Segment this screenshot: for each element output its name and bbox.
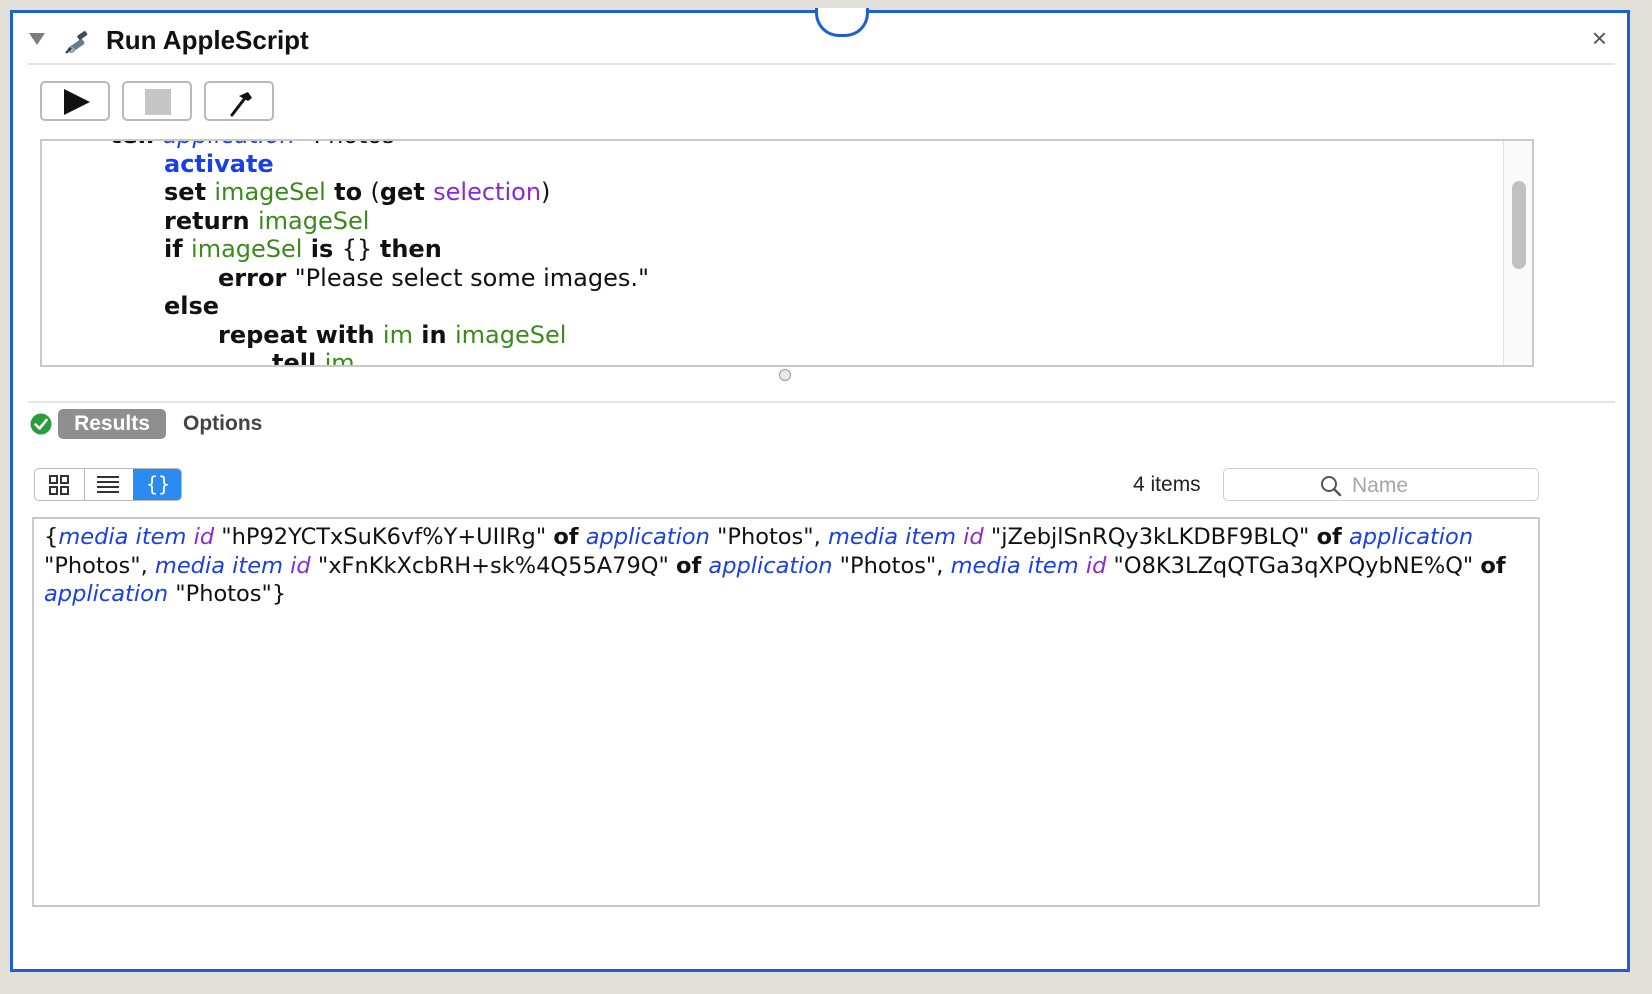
script-token: imageSel bbox=[257, 206, 370, 235]
tab-options[interactable]: Options bbox=[183, 409, 262, 439]
script-token: tell bbox=[272, 349, 325, 367]
script-token: "Photos" bbox=[295, 141, 406, 149]
result-token: of bbox=[1480, 552, 1506, 579]
result-token: "hP92YCTxSuK6vf%Y+UIIRg" bbox=[214, 524, 554, 550]
result-token bbox=[579, 524, 586, 550]
result-token: application bbox=[1348, 524, 1474, 550]
result-token: id bbox=[1085, 552, 1107, 579]
search-field[interactable] bbox=[1223, 468, 1539, 501]
result-token: media item bbox=[827, 524, 957, 550]
script-token: "Please select some images." bbox=[294, 263, 650, 292]
script-line: tell application "Photos" bbox=[42, 141, 1482, 150]
stop-button[interactable] bbox=[122, 81, 192, 121]
script-line: error "Please select some images." bbox=[42, 264, 1482, 293]
close-icon[interactable]: × bbox=[1592, 25, 1607, 51]
result-token: "Photos"} bbox=[168, 581, 287, 607]
result-token: "Photos", bbox=[709, 524, 828, 550]
script-token: get bbox=[379, 178, 434, 206]
script-token: imageSel bbox=[191, 235, 303, 263]
script-token: im bbox=[324, 349, 355, 367]
result-token: of bbox=[676, 552, 702, 579]
result-token bbox=[186, 524, 193, 550]
script-token: set bbox=[164, 178, 215, 206]
script-token: error bbox=[218, 263, 295, 292]
script-scrollbar[interactable] bbox=[1503, 141, 1532, 365]
checkmark-circle-icon bbox=[30, 413, 52, 435]
icon-view-button[interactable] bbox=[35, 469, 85, 500]
play-icon bbox=[64, 89, 90, 115]
script-token: tell bbox=[110, 141, 163, 149]
script-line: return imageSel bbox=[42, 207, 1482, 236]
search-input[interactable] bbox=[1350, 472, 1524, 500]
result-token bbox=[1079, 553, 1086, 579]
result-token bbox=[1342, 524, 1349, 550]
script-token: is bbox=[302, 235, 342, 263]
script-token: then bbox=[379, 235, 442, 263]
result-token: "jZebjlSnRQy3kLKDBF9BLQ" bbox=[983, 524, 1317, 550]
script-editor[interactable]: tell application "Photos"activateset ima… bbox=[40, 139, 1534, 367]
stop-icon bbox=[145, 89, 171, 115]
script-token: in bbox=[412, 320, 455, 349]
run-button[interactable] bbox=[40, 81, 110, 121]
result-token: of bbox=[1316, 524, 1342, 550]
grid-icon bbox=[49, 475, 69, 495]
result-token: application bbox=[585, 524, 710, 550]
action-header: Run AppleScript × bbox=[13, 13, 1627, 65]
result-token: "O8K3LZqQTGa3qXPQybNE%Q" bbox=[1106, 552, 1481, 579]
result-token: media item bbox=[154, 552, 283, 579]
editor-resize-handle[interactable] bbox=[779, 369, 791, 381]
tab-results[interactable]: Results bbox=[58, 409, 166, 439]
script-token: selection bbox=[433, 178, 542, 206]
script-token: {} bbox=[341, 235, 380, 263]
script-line: activate bbox=[42, 150, 1482, 179]
result-token: { bbox=[44, 524, 59, 550]
script-token: application bbox=[163, 141, 295, 149]
run-applescript-action-panel: Run AppleScript × tell application "Phot… bbox=[10, 8, 1630, 972]
script-token: repeat with bbox=[218, 320, 383, 349]
source-view-button[interactable]: {} bbox=[133, 469, 181, 500]
result-token: id bbox=[193, 524, 215, 550]
script-line: repeat with im in imageSel bbox=[42, 321, 1482, 350]
hammer-icon bbox=[230, 92, 252, 117]
script-code[interactable]: tell application "Photos"activateset ima… bbox=[42, 141, 1482, 367]
result-token: application bbox=[44, 581, 169, 607]
result-token: application bbox=[708, 552, 833, 579]
script-line: set imageSel to (get selection) bbox=[42, 178, 1482, 207]
script-token: else bbox=[164, 292, 220, 320]
result-token: media item bbox=[950, 552, 1079, 579]
result-token: "Photos", bbox=[44, 552, 155, 579]
result-token: "Photos", bbox=[832, 552, 951, 579]
script-token: return bbox=[164, 206, 258, 235]
scroll-thumb[interactable] bbox=[1512, 181, 1526, 269]
script-action-icon bbox=[65, 30, 88, 54]
result-token: media item bbox=[58, 524, 187, 550]
compile-button[interactable] bbox=[204, 81, 274, 121]
result-text: {media item id "hP92YCTxSuK6vf%Y+UIIRg" … bbox=[44, 523, 1528, 609]
result-token: "xFnKkXcbRH+sk%4Q55A79Q" bbox=[310, 552, 676, 579]
result-output[interactable]: {media item id "hP92YCTxSuK6vf%Y+UIIRg" … bbox=[32, 517, 1540, 907]
script-token: activate bbox=[164, 149, 274, 178]
script-line: tell im bbox=[42, 349, 1482, 367]
script-token: if bbox=[164, 235, 192, 263]
script-token: ) bbox=[541, 178, 551, 206]
item-count: 4 items bbox=[1133, 473, 1201, 496]
script-token: imageSel bbox=[454, 320, 567, 349]
list-icon bbox=[97, 476, 119, 493]
script-line: if imageSel is {} then bbox=[42, 235, 1482, 264]
script-token: im bbox=[382, 320, 413, 349]
script-token: to bbox=[325, 178, 371, 206]
search-icon bbox=[1321, 476, 1342, 497]
result-token: id bbox=[290, 552, 311, 579]
list-view-button[interactable] bbox=[84, 469, 134, 500]
result-token: of bbox=[553, 524, 579, 550]
header-divider bbox=[28, 63, 1615, 65]
script-token: ( bbox=[370, 178, 380, 206]
script-token: imageSel bbox=[214, 178, 326, 206]
view-mode-control: {} bbox=[34, 468, 182, 501]
disclosure-triangle-icon[interactable] bbox=[29, 33, 45, 45]
script-line: else bbox=[42, 292, 1482, 321]
result-token: id bbox=[963, 524, 984, 550]
section-divider bbox=[28, 401, 1615, 403]
action-title: Run AppleScript bbox=[106, 25, 309, 55]
